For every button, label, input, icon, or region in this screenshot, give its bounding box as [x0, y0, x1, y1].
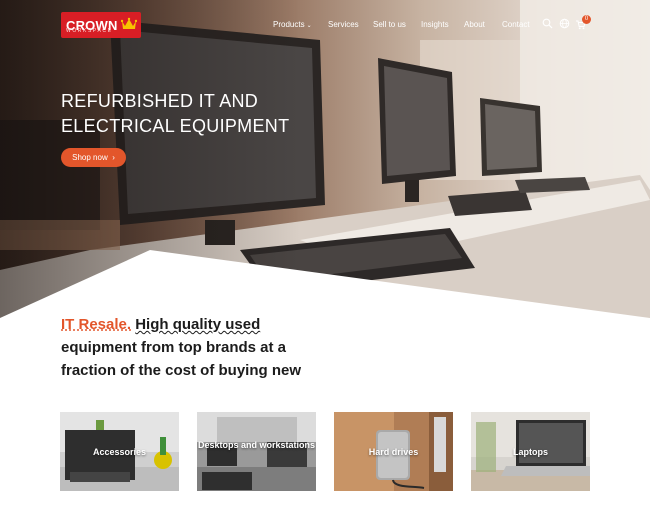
category-label-accessories: Accessories — [92, 447, 147, 457]
desktops-image — [197, 412, 316, 491]
category-tile-desktops[interactable]: Desktops and workstations — [197, 412, 316, 491]
category-tile-accessories[interactable]: Accessories — [60, 412, 179, 491]
category-label-laptops: Laptops — [513, 447, 548, 457]
category-label-desktops: Desktops and workstations — [197, 440, 316, 450]
tagline: IT Resale. High quality used equipment f… — [61, 313, 331, 382]
search-icon[interactable] — [542, 18, 553, 29]
nav-products-label: Products — [273, 20, 305, 29]
category-label-hard-drives: Hard drives — [368, 447, 419, 457]
nav-products[interactable]: Products ⌄ — [273, 20, 312, 29]
tagline-accent: IT Resale. — [61, 316, 132, 333]
category-tile-laptops[interactable]: Laptops — [471, 412, 590, 491]
tagline-rest: equipment from top brands at a fraction … — [61, 339, 301, 379]
brand-logo[interactable]: CROWN WORKSPACE — [61, 12, 141, 38]
nav-contact[interactable]: Contact — [502, 20, 530, 29]
nav-about[interactable]: About — [464, 20, 485, 29]
globe-icon[interactable] — [559, 18, 570, 29]
hero-overlay — [0, 0, 300, 320]
crown-icon — [121, 17, 137, 29]
cart-count-badge: 0 — [582, 15, 591, 24]
brand-sub: WORKSPACE — [66, 28, 113, 34]
nav-services[interactable]: Services — [328, 20, 359, 29]
chevron-down-icon: ⌄ — [306, 23, 312, 29]
chevron-right-icon: › — [109, 153, 115, 162]
tagline-highlight: High quality used — [135, 316, 261, 333]
shop-now-button[interactable]: Shop now › — [61, 148, 126, 167]
nav-sell-to-us[interactable]: Sell to us — [373, 20, 406, 29]
shop-now-label: Shop now — [72, 153, 108, 162]
nav-insights[interactable]: Insights — [421, 20, 449, 29]
hero-title-line2: ELECTRICAL EQUIPMENT — [61, 116, 290, 136]
category-tile-hard-drives[interactable]: Hard drives — [334, 412, 453, 491]
hero-title-line1: REFURBISHED IT AND — [61, 91, 259, 111]
hero-title: REFURBISHED IT AND ELECTRICAL EQUIPMENT — [61, 89, 321, 139]
